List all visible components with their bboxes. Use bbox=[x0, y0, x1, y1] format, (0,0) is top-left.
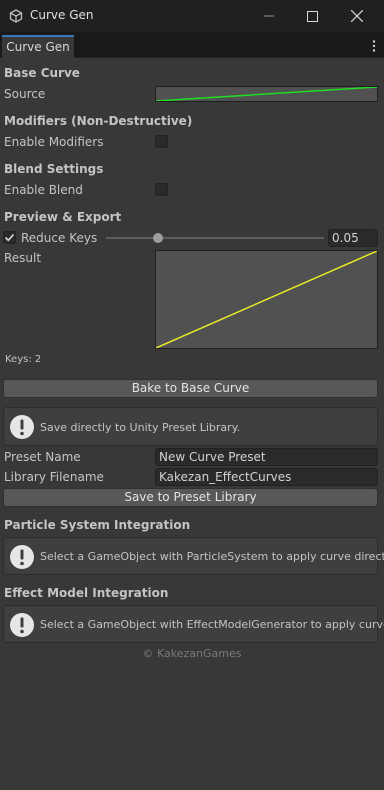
enable-modifiers-checkbox[interactable] bbox=[155, 135, 168, 148]
section-title-modifiers: Modifiers (Non-Destructive) bbox=[4, 114, 193, 128]
result-curve-graph bbox=[156, 251, 377, 348]
close-icon bbox=[351, 10, 363, 22]
info-icon bbox=[10, 415, 34, 439]
title-bar: Curve Gen bbox=[0, 0, 384, 32]
close-button[interactable] bbox=[334, 0, 380, 32]
keys-count: Keys: 2 bbox=[5, 354, 42, 365]
maximize-button[interactable] bbox=[289, 0, 335, 32]
info-icon bbox=[10, 613, 34, 637]
window-title: Curve Gen bbox=[30, 8, 94, 22]
enable-modifiers-label: Enable Modifiers bbox=[4, 135, 104, 149]
particle-help-text: Select a GameObject with ParticleSystem … bbox=[40, 550, 384, 563]
section-title-blend: Blend Settings bbox=[4, 162, 104, 176]
library-filename-input[interactable]: Kakezan_EffectCurves bbox=[155, 468, 378, 486]
source-label: Source bbox=[4, 87, 46, 101]
section-title-effect-model: Effect Model Integration bbox=[4, 586, 169, 600]
tab-curve-gen[interactable]: Curve Gen bbox=[2, 35, 74, 59]
tab-bar: Curve Gen bbox=[0, 32, 384, 59]
reduce-value-field[interactable]: 0.05 bbox=[328, 229, 378, 247]
source-curve-line bbox=[156, 87, 377, 101]
minimize-button[interactable] bbox=[246, 0, 292, 32]
maximize-icon bbox=[306, 10, 318, 22]
reduce-keys-label: Reduce Keys bbox=[21, 231, 98, 245]
preset-help-box: Save directly to Unity Preset Library. bbox=[3, 407, 378, 446]
enable-blend-label: Enable Blend bbox=[4, 183, 83, 197]
result-curve-field[interactable] bbox=[155, 250, 378, 349]
save-to-preset-library-button[interactable]: Save to Preset Library bbox=[3, 488, 378, 507]
preset-name-label: Preset Name bbox=[4, 450, 81, 464]
footer-credit: © KakezanGames bbox=[142, 647, 242, 660]
minimize-icon bbox=[264, 15, 274, 17]
unity-logo-icon bbox=[9, 9, 23, 23]
result-label: Result bbox=[4, 251, 42, 265]
result-curve-line bbox=[156, 251, 377, 348]
reduce-keys-checkbox[interactable] bbox=[3, 231, 16, 244]
info-icon bbox=[10, 545, 34, 569]
slider-thumb[interactable] bbox=[153, 233, 163, 243]
section-title-base-curve: Base Curve bbox=[4, 66, 80, 80]
effect-model-help-box: Select a GameObject with EffectModelGene… bbox=[3, 605, 384, 643]
particle-help-box: Select a GameObject with ParticleSystem … bbox=[3, 537, 384, 575]
bake-to-base-curve-button[interactable]: Bake to Base Curve bbox=[3, 379, 378, 398]
library-filename-label: Library Filename bbox=[4, 470, 104, 484]
reduce-keys-slider[interactable] bbox=[106, 230, 324, 246]
checkmark-icon bbox=[4, 233, 15, 242]
enable-blend-checkbox[interactable] bbox=[155, 183, 168, 196]
section-title-particle-system: Particle System Integration bbox=[4, 518, 191, 532]
section-title-preview: Preview & Export bbox=[4, 210, 122, 224]
preset-name-input[interactable]: New Curve Preset bbox=[155, 448, 378, 466]
preset-help-text: Save directly to Unity Preset Library. bbox=[40, 421, 241, 434]
more-options-icon[interactable] bbox=[372, 40, 376, 52]
slider-track bbox=[106, 237, 324, 239]
source-curve-graph bbox=[156, 87, 377, 101]
source-curve-field[interactable] bbox=[155, 86, 378, 102]
effect-model-help-text: Select a GameObject with EffectModelGene… bbox=[40, 618, 384, 631]
